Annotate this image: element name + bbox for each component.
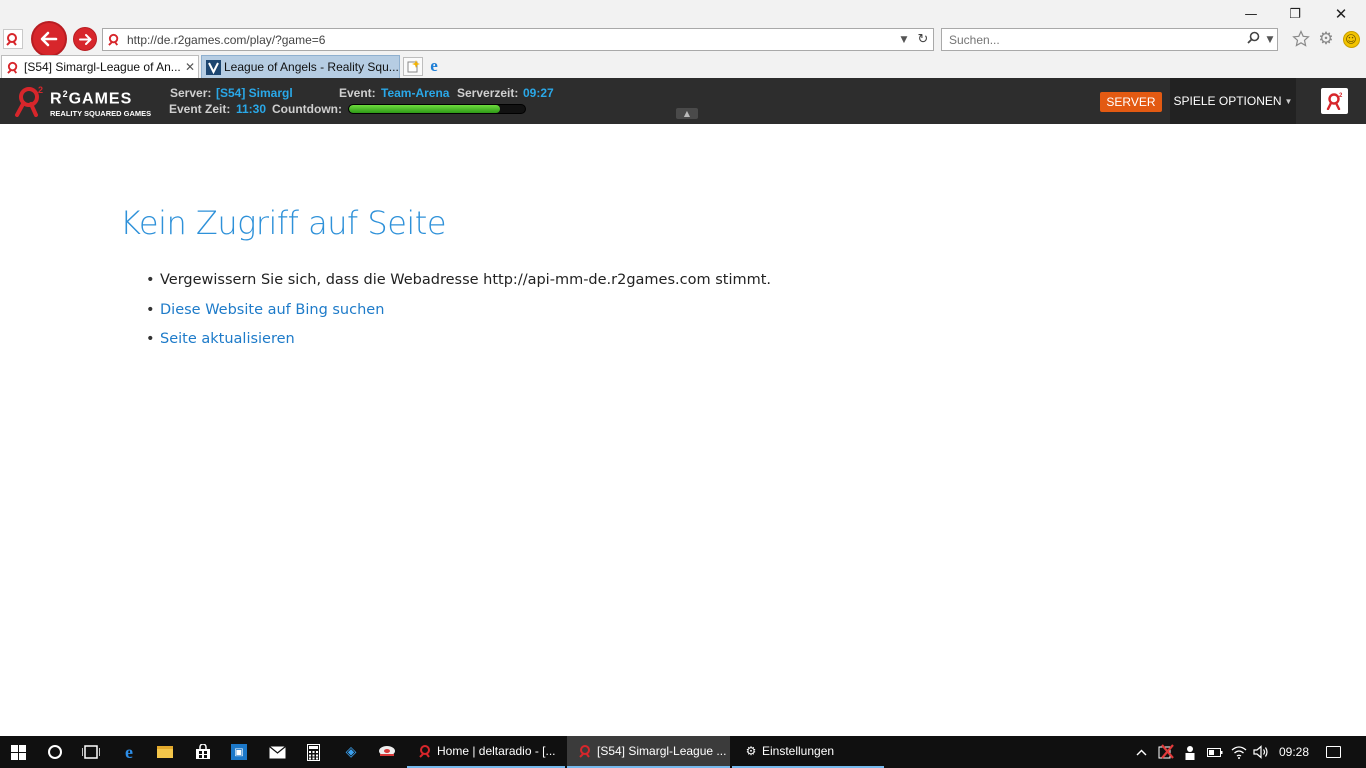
system-clock[interactable]: 09:28: [1276, 736, 1312, 768]
action-center-icon[interactable]: [1320, 736, 1346, 768]
r2-logo-icon: 2: [1326, 93, 1343, 110]
countdown-label: Countdown:: [272, 102, 342, 116]
list-item: • Seite aktualisieren: [146, 325, 771, 355]
new-tab-icon: [407, 60, 420, 73]
taskbar: e ▣ ◈ Home | deltaradio - [... [S54] Sim…: [0, 736, 1366, 768]
countdown-progress-fill: [349, 105, 501, 113]
svg-text:2: 2: [38, 85, 43, 95]
refresh-icon[interactable]: ↻: [913, 32, 933, 47]
event-label: Event:: [339, 86, 376, 100]
edge-icon[interactable]: e: [112, 736, 146, 768]
refresh-page-link[interactable]: Seite aktualisieren: [160, 325, 295, 355]
taskbar-item-label: Home | deltaradio - [...: [437, 744, 556, 758]
tab-favicon-icon: [2, 61, 24, 74]
forward-button[interactable]: [73, 27, 97, 51]
servertime-value: 09:27: [523, 86, 554, 100]
search-bing-link[interactable]: Diese Website auf Bing suchen: [160, 296, 384, 326]
search-box[interactable]: ▼: [941, 28, 1278, 51]
search-icon[interactable]: [1243, 31, 1263, 48]
tab-league-of-angels[interactable]: League of Angels - Reality Squ...: [201, 55, 400, 78]
search-dropdown-icon[interactable]: ▼: [1263, 35, 1277, 45]
logo-subtitle: REALITY SQUARED GAMES: [50, 109, 152, 118]
r2-home-button[interactable]: 2: [1321, 88, 1348, 114]
search-input[interactable]: [942, 32, 1243, 47]
task-view-icon[interactable]: [74, 736, 108, 768]
address-favicon-icon: [103, 30, 125, 50]
internet-explorer-icon[interactable]: e: [424, 56, 444, 76]
r2games-logo[interactable]: 2 R2GAMES REALITY SQUARED GAMES: [14, 83, 159, 119]
r2-logo-icon: 2: [15, 85, 43, 117]
media-player-icon[interactable]: ◈: [334, 736, 368, 768]
back-button[interactable]: [31, 21, 67, 57]
store-icon[interactable]: [186, 736, 220, 768]
gear-icon: ⚙: [745, 744, 757, 758]
tab-row: [S54] Simargl-League of An... ✕ League o…: [0, 55, 1366, 78]
server-value[interactable]: [S54] Simargl: [216, 86, 293, 100]
tab-simargl[interactable]: [S54] Simargl-League of An... ✕: [1, 55, 199, 78]
arrow-left-icon: [40, 31, 58, 47]
wifi-icon[interactable]: [1228, 736, 1250, 768]
check-address-text: Vergewissern Sie sich, dass die Webadres…: [160, 272, 772, 288]
collapse-toolbar-button[interactable]: ▲: [676, 108, 698, 119]
calculator-icon[interactable]: [296, 736, 330, 768]
list-item: • Vergewissern Sie sich, dass die Webadr…: [146, 266, 771, 296]
eventtime-label: Event Zeit:: [169, 102, 231, 116]
taskbar-item-label: [S54] Simargl-League ...: [597, 744, 727, 758]
user-tray-icon[interactable]: [1180, 736, 1200, 768]
countdown-progress-bar: [348, 104, 526, 114]
address-dropdown-icon[interactable]: ▼: [895, 35, 913, 45]
taskbar-item-label: Einstellungen: [762, 744, 835, 758]
tab-favicon-icon: [202, 59, 224, 75]
suggestion-list: • Vergewissern Sie sich, dass die Webadr…: [146, 266, 771, 355]
close-tab-icon[interactable]: ✕: [182, 60, 198, 74]
browser-chrome: — ❐ ✕ http://de.r2games.com/play/?game=6…: [0, 0, 1366, 78]
windows-logo-icon: [10, 744, 26, 760]
start-button[interactable]: [0, 736, 36, 768]
event-value: Team-Arena: [381, 86, 450, 100]
arrow-right-icon: [78, 33, 91, 45]
file-explorer-icon[interactable]: [148, 736, 182, 768]
favorites-star-icon[interactable]: [1291, 29, 1311, 49]
server-label: Server:: [170, 86, 212, 100]
page-content: Kein Zugriff auf Seite • Vergewissern Si…: [0, 124, 1366, 736]
svg-text:2: 2: [1339, 93, 1343, 99]
taskbar-item-deltaradio[interactable]: Home | deltaradio - [...: [407, 736, 565, 768]
page-title: Kein Zugriff auf Seite: [120, 204, 447, 242]
eventtime-value: 11:30: [236, 102, 267, 116]
address-bar[interactable]: http://de.r2games.com/play/?game=6 ▼ ↻: [102, 28, 934, 51]
site-favicon-icon: [3, 29, 23, 49]
new-tab-button[interactable]: [403, 57, 423, 76]
cortana-icon[interactable]: [38, 736, 72, 768]
disk-icon[interactable]: [370, 736, 404, 768]
taskbar-item-settings[interactable]: ⚙ Einstellungen: [732, 736, 884, 768]
game-options-label: SPIELE OPTIONEN: [1173, 94, 1282, 108]
server-button[interactable]: SERVER: [1100, 92, 1162, 112]
app-icon[interactable]: ▣: [222, 736, 256, 768]
taskbar-item-simargl[interactable]: [S54] Simargl-League ...: [567, 736, 730, 768]
address-url[interactable]: http://de.r2games.com/play/?game=6: [125, 33, 895, 47]
tools-gear-icon[interactable]: ⚙: [1316, 29, 1336, 49]
navigation-row: http://de.r2games.com/play/?game=6 ▼ ↻ ▼…: [0, 20, 1366, 57]
volume-icon[interactable]: [1250, 736, 1272, 768]
battery-icon[interactable]: [1204, 736, 1226, 768]
chevron-down-icon: ▼: [1284, 96, 1293, 106]
list-item: • Diese Website auf Bing suchen: [146, 296, 771, 326]
tab-label: League of Angels - Reality Squ...: [224, 60, 399, 74]
logo-brand: R2GAMES: [50, 89, 133, 108]
show-hidden-icons-chevron-icon[interactable]: [1132, 736, 1150, 768]
network-error-icon[interactable]: [1155, 736, 1177, 768]
feedback-smiley-icon[interactable]: ☺: [1341, 29, 1361, 49]
tab-label: [S54] Simargl-League of An...: [24, 60, 181, 74]
r2-logo-icon: [575, 744, 597, 758]
mail-icon[interactable]: [260, 736, 294, 768]
servertime-label: Serverzeit:: [457, 86, 519, 100]
game-options-button[interactable]: SPIELE OPTIONEN ▼: [1170, 78, 1296, 124]
r2-logo-icon: [415, 744, 437, 758]
r2games-toolbar: 2 R2GAMES REALITY SQUARED GAMES Server: …: [0, 78, 1366, 124]
